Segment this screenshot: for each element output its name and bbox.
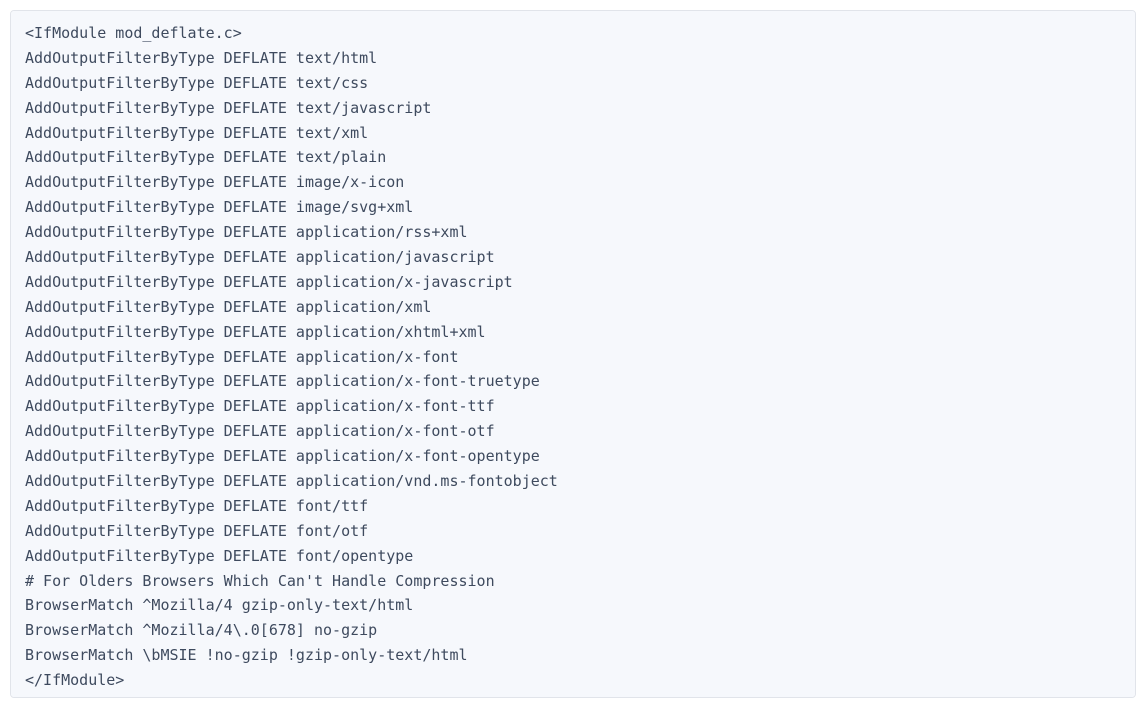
code-line: AddOutputFilterByType DEFLATE applicatio… (25, 270, 1121, 295)
code-line: AddOutputFilterByType DEFLATE text/javas… (25, 96, 1121, 121)
code-line: AddOutputFilterByType DEFLATE font/opent… (25, 544, 1121, 569)
code-line: AddOutputFilterByType DEFLATE text/css (25, 71, 1121, 96)
code-line: AddOutputFilterByType DEFLATE applicatio… (25, 444, 1121, 469)
code-line: AddOutputFilterByType DEFLATE font/ttf (25, 494, 1121, 519)
code-line: AddOutputFilterByType DEFLATE text/xml (25, 121, 1121, 146)
code-line: AddOutputFilterByType DEFLATE applicatio… (25, 320, 1121, 345)
code-line: AddOutputFilterByType DEFLATE applicatio… (25, 245, 1121, 270)
code-line: <IfModule mod_deflate.c> (25, 21, 1121, 46)
code-line: # For Olders Browsers Which Can't Handle… (25, 569, 1121, 594)
code-line: AddOutputFilterByType DEFLATE text/html (25, 46, 1121, 71)
code-line: AddOutputFilterByType DEFLATE applicatio… (25, 345, 1121, 370)
code-line: BrowserMatch ^Mozilla/4\.0[678] no-gzip (25, 618, 1121, 643)
code-line: AddOutputFilterByType DEFLATE applicatio… (25, 469, 1121, 494)
code-line: AddOutputFilterByType DEFLATE applicatio… (25, 419, 1121, 444)
code-line: AddOutputFilterByType DEFLATE applicatio… (25, 394, 1121, 419)
code-line: AddOutputFilterByType DEFLATE font/otf (25, 519, 1121, 544)
code-line: AddOutputFilterByType DEFLATE applicatio… (25, 220, 1121, 245)
code-line: AddOutputFilterByType DEFLATE image/svg+… (25, 195, 1121, 220)
code-line: BrowserMatch ^Mozilla/4 gzip-only-text/h… (25, 593, 1121, 618)
code-line: AddOutputFilterByType DEFLATE image/x-ic… (25, 170, 1121, 195)
code-line: AddOutputFilterByType DEFLATE text/plain (25, 145, 1121, 170)
code-block[interactable]: <IfModule mod_deflate.c>AddOutputFilterB… (10, 10, 1136, 698)
code-line: AddOutputFilterByType DEFLATE applicatio… (25, 295, 1121, 320)
code-line: AddOutputFilterByType DEFLATE applicatio… (25, 369, 1121, 394)
code-line: </IfModule> (25, 668, 1121, 693)
code-line: BrowserMatch \bMSIE !no-gzip !gzip-only-… (25, 643, 1121, 668)
